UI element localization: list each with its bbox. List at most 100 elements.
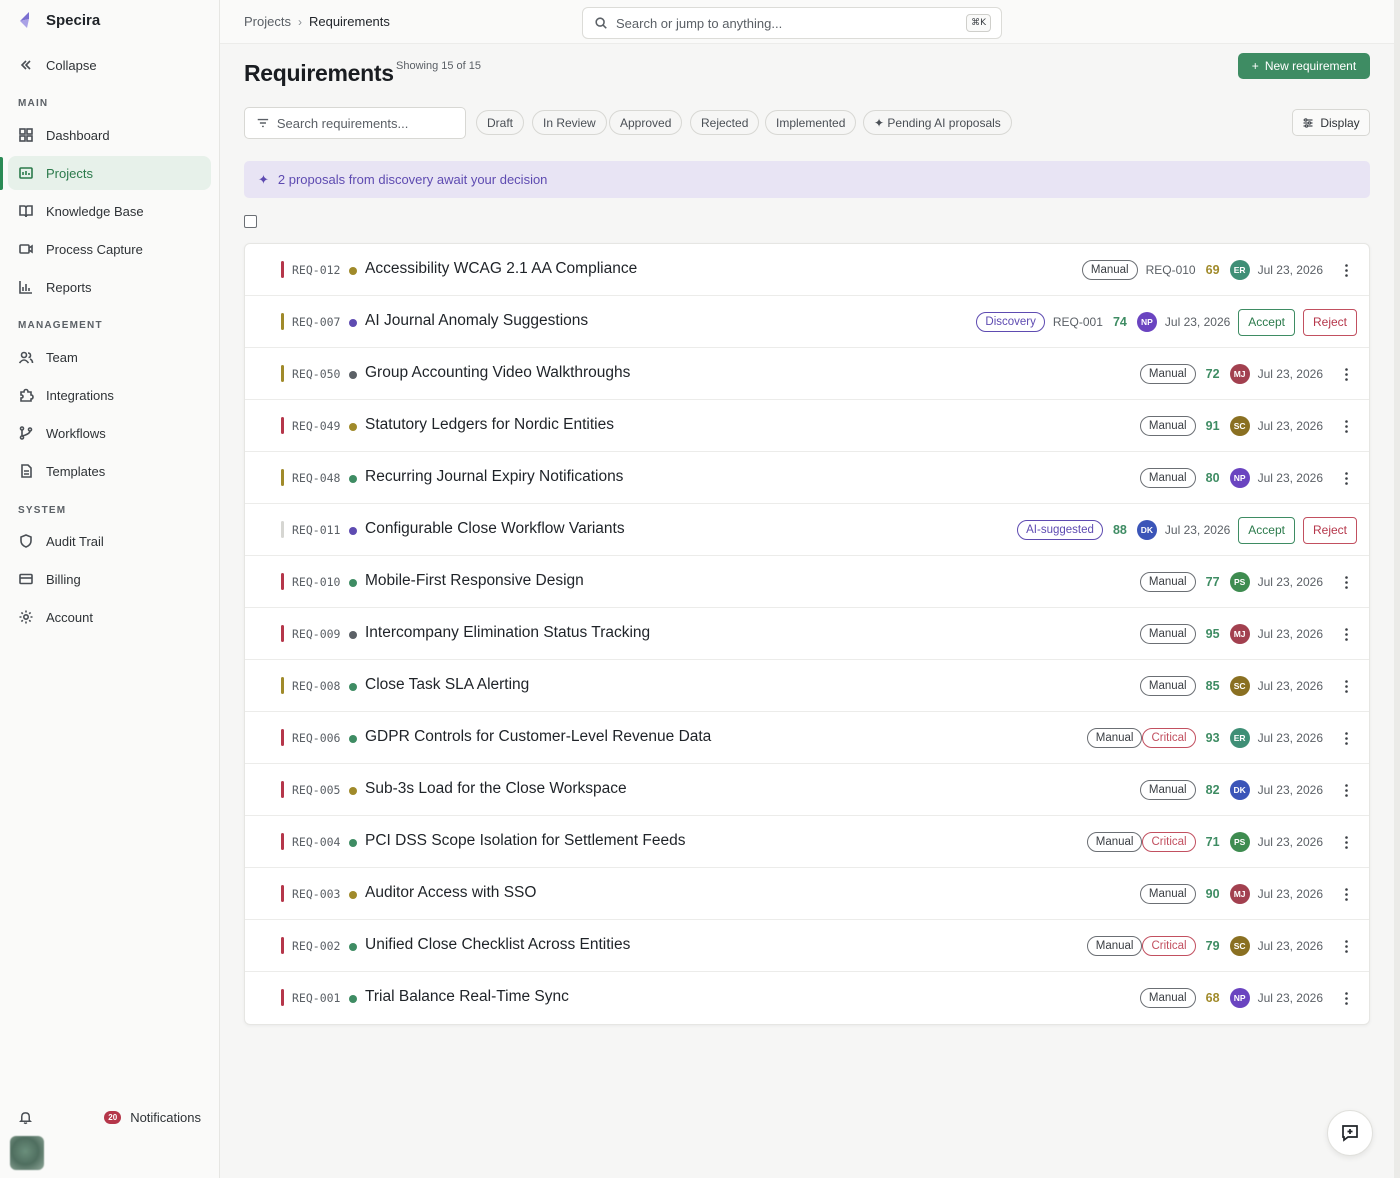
accept-button[interactable]: Accept (1238, 308, 1295, 336)
row-menu-button[interactable] (1335, 415, 1357, 437)
notifications-button[interactable]: 20 Notifications (18, 1106, 208, 1128)
assignee-avatar[interactable]: PS (1229, 572, 1250, 592)
global-search[interactable]: ⌘K (582, 7, 1002, 39)
requirement-title[interactable]: Sub-3s Load for the Close Workspace (365, 780, 627, 798)
feedback-chat-button[interactable] (1327, 1110, 1373, 1156)
sidebar-item-workflows[interactable]: Workflows (8, 416, 211, 450)
filter-chip-approved[interactable]: Approved (609, 110, 683, 135)
row-menu-button[interactable] (1335, 675, 1357, 697)
assignee-avatar[interactable]: MJ (1229, 884, 1250, 904)
requirement-title[interactable]: Accessibility WCAG 2.1 AA Compliance (365, 260, 637, 278)
assignee-avatar[interactable]: SC (1229, 936, 1250, 956)
requirement-title[interactable]: Unified Close Checklist Across Entities (365, 936, 630, 954)
filter-chip-rejected[interactable]: Rejected (690, 110, 760, 135)
priority-indicator (281, 937, 284, 954)
requirement-row[interactable]: REQ-004 PCI DSS Scope Isolation for Settl… (245, 816, 1369, 868)
assignee-avatar[interactable]: MJ (1229, 624, 1250, 644)
row-menu-button[interactable] (1335, 571, 1357, 593)
requirement-title[interactable]: PCI DSS Scope Isolation for Settlement F… (365, 832, 686, 850)
requirement-row[interactable]: REQ-050 Group Accounting Video Walkthroug… (245, 348, 1369, 400)
filter-chip-draft[interactable]: Draft (476, 110, 525, 135)
row-menu-button[interactable] (1335, 831, 1357, 853)
brand[interactable]: Specira (16, 10, 100, 30)
select-all-checkbox[interactable] (244, 215, 257, 228)
requirement-row[interactable]: REQ-011 Configurable Close Workflow Varia… (245, 504, 1369, 556)
sidebar-item-integrations[interactable]: Integrations (8, 378, 211, 412)
sidebar-item-reports[interactable]: Reports (8, 270, 211, 304)
row-menu-button[interactable] (1335, 883, 1357, 905)
assignee-avatar[interactable]: SC (1229, 416, 1250, 436)
accept-button[interactable]: Accept (1238, 516, 1295, 544)
filter-chip-in-review[interactable]: In Review (532, 110, 607, 135)
sidebar-item-dashboard[interactable]: Dashboard (8, 118, 211, 152)
requirements-search[interactable] (244, 107, 466, 139)
row-menu-button[interactable] (1335, 259, 1357, 281)
requirement-title[interactable]: Mobile-First Responsive Design (365, 572, 584, 590)
requirement-title[interactable]: Statutory Ledgers for Nordic Entities (365, 416, 614, 434)
display-options-button[interactable]: Display (1292, 109, 1370, 136)
assignee-avatar[interactable]: NP (1229, 468, 1250, 488)
requirement-row[interactable]: REQ-005 Sub-3s Load for the Close Workspa… (245, 764, 1369, 816)
sidebar-item-account[interactable]: Account (8, 600, 211, 634)
row-menu-button[interactable] (1335, 363, 1357, 385)
row-menu-button[interactable] (1335, 467, 1357, 489)
discovery-proposals-banner[interactable]: ✦ 2 proposals from discovery await your … (244, 161, 1370, 198)
requirement-row[interactable]: REQ-048 Recurring Journal Expiry Notifica… (245, 452, 1369, 504)
reject-button[interactable]: Reject (1302, 308, 1357, 336)
page-scrollbar[interactable] (1394, 0, 1400, 1178)
requirement-title[interactable]: GDPR Controls for Customer-Level Revenue… (365, 728, 711, 746)
requirement-title[interactable]: Close Task SLA Alerting (365, 676, 529, 694)
requirement-row[interactable]: REQ-010 Mobile-First Responsive Design Man… (245, 556, 1369, 608)
display-label: Display (1320, 115, 1360, 130)
assignee-avatar[interactable]: DK (1229, 780, 1250, 800)
requirement-row[interactable]: REQ-006 GDPR Controls for Customer-Level … (245, 712, 1369, 764)
requirement-title[interactable]: Trial Balance Real-Time Sync (365, 988, 569, 1006)
assignee-avatar[interactable]: DK (1136, 520, 1157, 540)
collapse-button[interactable]: Collapse (8, 48, 211, 82)
assignee-avatar[interactable]: NP (1229, 988, 1250, 1008)
row-menu-button[interactable] (1335, 623, 1357, 645)
global-search-input[interactable] (616, 15, 946, 31)
requirement-title[interactable]: AI Journal Anomaly Suggestions (365, 312, 588, 330)
requirement-row[interactable]: REQ-008 Close Task SLA Alerting Manual 85 SC… (245, 660, 1369, 712)
filter-chip-pending-ai-proposals[interactable]: ✦ Pending AI proposals (863, 110, 1012, 135)
requirement-row[interactable]: REQ-049 Statutory Ledgers for Nordic Enti… (245, 400, 1369, 452)
assignee-avatar[interactable]: ER (1229, 728, 1250, 748)
sidebar-item-billing[interactable]: Billing (8, 562, 211, 596)
assignee-avatar[interactable]: NP (1136, 312, 1157, 332)
sidebar-item-templates[interactable]: Templates (8, 454, 211, 488)
sidebar-item-knowledge-base[interactable]: Knowledge Base (8, 194, 211, 228)
assignee-avatar[interactable]: ER (1229, 260, 1250, 280)
more-vertical-icon (1344, 939, 1348, 953)
requirement-title[interactable]: Intercompany Elimination Status Tracking (365, 624, 650, 642)
row-menu-button[interactable] (1335, 779, 1357, 801)
assignee-avatar[interactable]: MJ (1229, 364, 1250, 384)
row-menu-button[interactable] (1335, 935, 1357, 957)
sidebar-item-audit-trail[interactable]: Audit Trail (8, 524, 211, 558)
sidebar-item-team[interactable]: Team (8, 340, 211, 374)
filter-chip-implemented[interactable]: Implemented (765, 110, 857, 135)
user-avatar[interactable] (10, 1136, 44, 1170)
sidebar-item-projects[interactable]: Projects (8, 156, 211, 190)
breadcrumb-projects-link[interactable]: Projects (244, 14, 291, 29)
requirement-title[interactable]: Configurable Close Workflow Variants (365, 520, 625, 538)
new-requirement-button[interactable]: + New requirement (1238, 53, 1370, 79)
row-menu-button[interactable] (1335, 727, 1357, 749)
sidebar-item-process-capture[interactable]: Process Capture (8, 232, 211, 266)
requirement-row[interactable]: REQ-003 Auditor Access with SSO Manual 90 MJ… (245, 868, 1369, 920)
requirement-row[interactable]: REQ-012 Accessibility WCAG 2.1 AA Complia… (245, 244, 1369, 296)
reject-button[interactable]: Reject (1302, 516, 1357, 544)
requirement-row[interactable]: REQ-007 AI Journal Anomaly Suggestions Dis… (245, 296, 1369, 348)
requirements-search-input[interactable] (276, 115, 465, 131)
dependency-link[interactable]: REQ-001 (1053, 315, 1103, 329)
requirement-row[interactable]: REQ-001 Trial Balance Real-Time Sync Manua… (245, 972, 1369, 1024)
requirement-row[interactable]: REQ-002 Unified Close Checklist Across En… (245, 920, 1369, 972)
requirement-title[interactable]: Group Accounting Video Walkthroughs (365, 364, 630, 382)
dependency-link[interactable]: REQ-010 (1146, 263, 1196, 277)
assignee-avatar[interactable]: PS (1229, 832, 1250, 852)
requirement-title[interactable]: Recurring Journal Expiry Notifications (365, 468, 623, 486)
requirement-title[interactable]: Auditor Access with SSO (365, 884, 536, 902)
requirement-row[interactable]: REQ-009 Intercompany Elimination Status T… (245, 608, 1369, 660)
row-menu-button[interactable] (1335, 987, 1357, 1009)
assignee-avatar[interactable]: SC (1229, 676, 1250, 696)
